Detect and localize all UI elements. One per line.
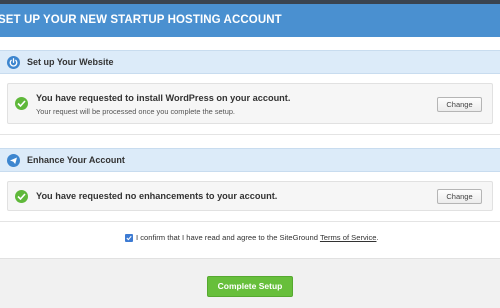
footer-bar: Complete Setup: [0, 258, 500, 308]
section-bar-website: Set up Your Website: [0, 50, 500, 74]
section-bar-enhance: Enhance Your Account: [0, 148, 500, 172]
website-status-box: You have requested to install WordPress …: [7, 83, 493, 124]
page-title: SET UP YOUR NEW STARTUP HOSTING ACCOUNT: [0, 14, 282, 26]
terms-of-service-link[interactable]: Terms of Service: [320, 233, 377, 242]
terms-text: I confirm that I have read and agree to …: [136, 233, 318, 242]
terms-period: .: [376, 233, 379, 242]
terms-checkbox[interactable]: [125, 234, 133, 242]
section-divider: [0, 134, 500, 135]
power-icon: [7, 56, 20, 69]
section-title-website: Set up Your Website: [27, 57, 114, 67]
website-status-text: You have requested to install WordPress …: [36, 93, 291, 103]
check-icon: [15, 97, 28, 110]
enhance-status-box: You have requested no enhancements to yo…: [7, 181, 493, 211]
change-website-button[interactable]: Change: [437, 97, 482, 112]
complete-setup-button[interactable]: Complete Setup: [207, 276, 293, 297]
page-header: SET UP YOUR NEW STARTUP HOSTING ACCOUNT: [0, 4, 500, 37]
enhance-status-text: You have requested no enhancements to yo…: [36, 191, 278, 201]
change-enhance-button[interactable]: Change: [437, 189, 482, 204]
paper-plane-icon: [7, 154, 20, 167]
website-status-subtext: Your request will be processed once you …: [36, 107, 235, 116]
section-divider: [0, 221, 500, 222]
check-icon: [15, 190, 28, 203]
section-title-enhance: Enhance Your Account: [27, 155, 125, 165]
